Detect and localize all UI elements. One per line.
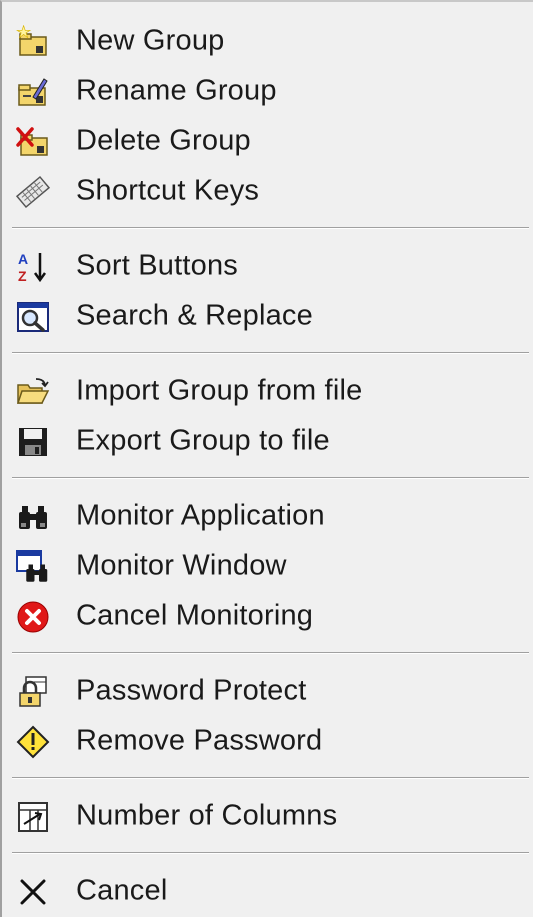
- menu-item-label: Cancel: [76, 874, 168, 907]
- menu-body: New Group Rename Group Delete Group Shor…: [2, 2, 533, 916]
- menu-item-cancel[interactable]: Cancel: [2, 866, 533, 916]
- red-cancel-icon: [16, 600, 50, 634]
- menu-item-cancel-monitoring[interactable]: Cancel Monitoring: [2, 591, 533, 641]
- svg-text:Z: Z: [18, 268, 27, 284]
- menu-item-import-group[interactable]: Import Group from file: [2, 366, 533, 416]
- window-binoculars-icon: [16, 550, 50, 584]
- menu-item-shortcut-keys[interactable]: Shortcut Keys: [2, 166, 533, 216]
- menu-item-search-replace[interactable]: Search & Replace: [2, 291, 533, 341]
- menu-item-remove-password[interactable]: Remove Password: [2, 716, 533, 766]
- menu-separator: [2, 841, 533, 866]
- floppy-disk-icon: [16, 425, 50, 459]
- menu-item-label: Rename Group: [76, 74, 277, 107]
- menu-item-export-group[interactable]: Export Group to file: [2, 416, 533, 466]
- menu-item-label: Import Group from file: [76, 374, 363, 407]
- menu-item-number-of-columns[interactable]: Number of Columns: [2, 791, 533, 841]
- menu-item-monitor-application[interactable]: Monitor Application: [2, 491, 533, 541]
- menu-item-sort-buttons[interactable]: A Z Sort Buttons: [2, 241, 533, 291]
- svg-text:A: A: [18, 251, 28, 267]
- menu-item-label: Cancel Monitoring: [76, 599, 314, 632]
- menu-separator: [2, 341, 533, 366]
- sort-az-icon: A Z: [16, 250, 50, 284]
- menu-item-delete-group[interactable]: Delete Group: [2, 116, 533, 166]
- menu-item-password-protect[interactable]: Password Protect: [2, 666, 533, 716]
- search-replace-icon: [16, 300, 50, 334]
- menu-item-monitor-window[interactable]: Monitor Window: [2, 541, 533, 591]
- binoculars-icon: [16, 500, 50, 534]
- warning-diamond-icon: [16, 725, 50, 759]
- menu-item-label: Delete Group: [76, 124, 251, 157]
- menu-item-label: Sort Buttons: [76, 249, 238, 282]
- rename-group-icon: [16, 75, 50, 109]
- menu-item-label: Monitor Application: [76, 499, 325, 532]
- menu-item-label: Shortcut Keys: [76, 174, 260, 207]
- menu-item-label: Number of Columns: [76, 799, 338, 832]
- close-x-icon: [16, 875, 50, 909]
- menu-item-new-group[interactable]: New Group: [2, 16, 533, 66]
- open-folder-icon: [16, 375, 50, 409]
- lock-icon: [16, 675, 50, 709]
- context-menu: New Group Rename Group Delete Group Shor…: [0, 0, 533, 917]
- columns-icon: [16, 800, 50, 834]
- delete-group-icon: [16, 125, 50, 159]
- menu-item-label: New Group: [76, 24, 225, 57]
- menu-item-rename-group[interactable]: Rename Group: [2, 66, 533, 116]
- menu-item-label: Password Protect: [76, 674, 307, 707]
- menu-item-label: Export Group to file: [76, 424, 330, 457]
- menu-separator: [2, 466, 533, 491]
- menu-item-label: Remove Password: [76, 724, 323, 757]
- menu-item-label: Search & Replace: [76, 299, 313, 332]
- menu-separator: [2, 216, 533, 241]
- menu-item-label: Monitor Window: [76, 549, 287, 582]
- menu-separator: [2, 766, 533, 791]
- new-group-icon: [16, 25, 50, 59]
- menu-separator: [2, 641, 533, 666]
- keyboard-icon: [16, 175, 50, 209]
